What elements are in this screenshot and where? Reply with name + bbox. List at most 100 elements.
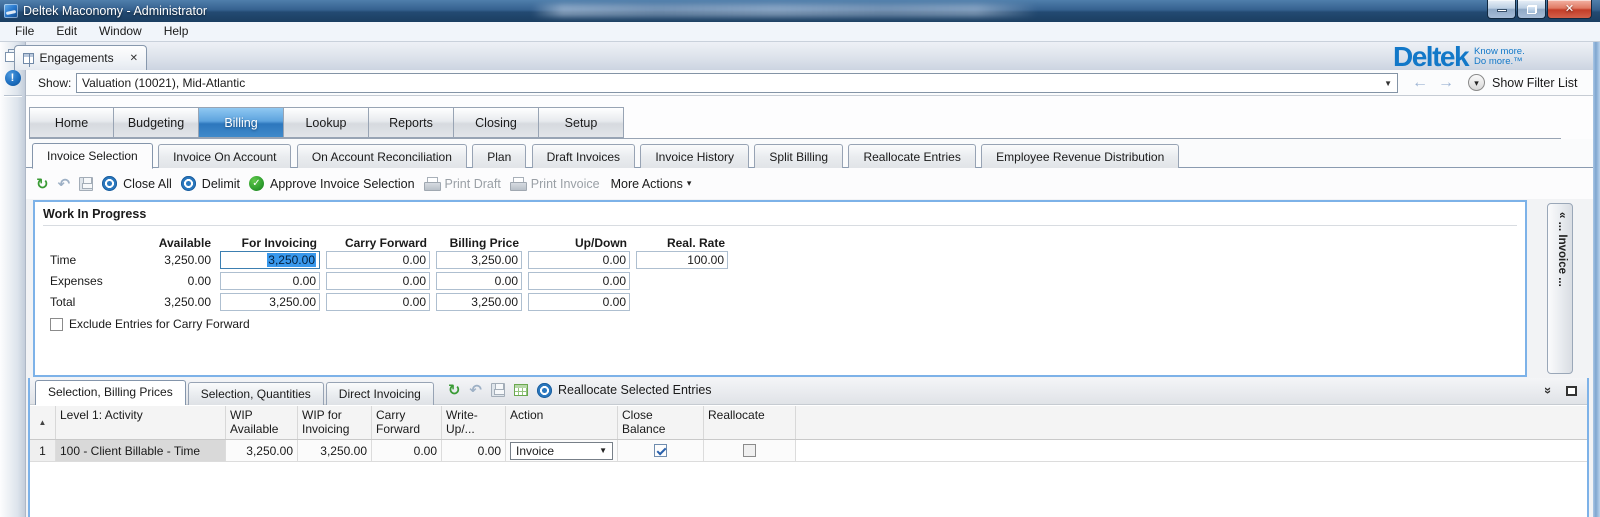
subtab-invoice-history[interactable]: Invoice History	[640, 144, 749, 169]
approve-check-icon: ✓	[249, 176, 264, 191]
cell-carry-forward[interactable]: 0.00	[372, 440, 442, 461]
approve-invoice-selection-button[interactable]: ✓ Approve Invoice Selection	[249, 176, 415, 191]
close-balance-checkbox[interactable]	[654, 444, 667, 457]
restore-icon	[1527, 5, 1537, 14]
content-area: Engagements ✕ Deltek Know more. Do more.…	[0, 42, 1600, 517]
subtab-reallocate-entries[interactable]: Reallocate Entries	[848, 144, 975, 169]
close-button[interactable]: ✕	[1547, 0, 1592, 19]
wip-expenses-for-invoicing-input[interactable]: 0.00	[220, 272, 320, 290]
brand-name: Deltek	[1393, 44, 1468, 70]
minimize-button[interactable]	[1487, 0, 1516, 19]
tab-lookup[interactable]: Lookup	[284, 107, 369, 138]
wip-time-real-rate-input[interactable]: 100.00	[636, 251, 728, 269]
print-draft-button[interactable]: Print Draft	[424, 177, 501, 191]
bottom-tab-strip: Selection, Billing Prices Selection, Qua…	[30, 378, 1587, 405]
dropdown-caret-icon[interactable]: ▼	[1384, 79, 1392, 88]
dropdown-caret-icon: ▼	[599, 446, 607, 455]
show-filter-list-button[interactable]: ▾	[1468, 74, 1485, 91]
tab-budgeting[interactable]: Budgeting	[114, 107, 199, 138]
tab-home[interactable]: Home	[29, 107, 114, 138]
wip-time-billing-price-input[interactable]: 3,250.00	[436, 251, 522, 269]
close-all-icon	[102, 176, 117, 191]
invoice-collapsed-panel[interactable]: « ... Invoice ...	[1547, 203, 1573, 374]
selection-lines-panel: Selection, Billing Prices Selection, Qua…	[28, 378, 1589, 517]
wip-title-divider	[43, 225, 1517, 226]
wip-time-up-down-input[interactable]: 0.00	[528, 251, 630, 269]
cell-close-balance	[618, 440, 704, 461]
reallocate-checkbox[interactable]	[743, 444, 756, 457]
cell-wip-for-invoicing[interactable]: 3,250.00	[298, 440, 372, 461]
col-carry-forward[interactable]: Carry Forward	[372, 406, 442, 439]
menu-file[interactable]: File	[4, 22, 45, 41]
wip-expenses-billing-price-input[interactable]: 0.00	[436, 272, 522, 290]
close-icon: ✕	[1565, 3, 1574, 15]
tab-close-icon[interactable]: ✕	[130, 53, 138, 64]
exclude-entries-checkbox[interactable]	[50, 318, 63, 331]
sort-ascending-icon[interactable]: ▲	[30, 406, 56, 439]
col-level1-activity[interactable]: Level 1: Activity	[56, 406, 226, 439]
more-actions-button[interactable]: More Actions ▾	[611, 177, 692, 191]
maximize-panel-icon[interactable]	[1566, 386, 1577, 396]
col-reallocate[interactable]: Reallocate	[704, 406, 796, 439]
wip-time-for-invoicing-input[interactable]: 3,250.00	[220, 251, 320, 269]
notification-alert-icon[interactable]	[5, 70, 21, 86]
table-row[interactable]: 1 100 - Client Billable - Time 3,250.00 …	[30, 440, 1587, 462]
tab-reports[interactable]: Reports	[369, 107, 454, 138]
menu-edit[interactable]: Edit	[45, 22, 88, 41]
menu-window[interactable]: Window	[88, 22, 153, 41]
undo-icon[interactable]: ↶	[469, 381, 482, 399]
show-filter-dropdown[interactable]: Valuation (10021), Mid-Atlantic ▼	[76, 73, 1398, 93]
subtab-employee-revenue-distribution[interactable]: Employee Revenue Distribution	[981, 144, 1179, 169]
subtab-on-account-reconciliation[interactable]: On Account Reconciliation	[297, 144, 467, 169]
print-draft-label: Print Draft	[445, 177, 501, 191]
col-write-up[interactable]: Write-Up/...	[442, 406, 506, 439]
subtab-draft-invoices[interactable]: Draft Invoices	[532, 144, 635, 169]
history-forward-icon[interactable]: →	[1438, 74, 1454, 92]
history-back-icon[interactable]: ←	[1412, 74, 1428, 92]
tab-direct-invoicing[interactable]: Direct Invoicing	[326, 382, 434, 405]
menu-help[interactable]: Help	[153, 22, 200, 41]
wip-col-carry-forward: Carry Forward	[320, 236, 430, 250]
table-view-icon[interactable]	[514, 384, 528, 396]
col-wip-for-invoicing[interactable]: WIP for Invoicing	[298, 406, 372, 439]
wip-expenses-up-down-input[interactable]: 0.00	[528, 272, 630, 290]
subtab-split-billing[interactable]: Split Billing	[754, 144, 843, 169]
save-icon[interactable]	[79, 177, 93, 191]
delimit-button[interactable]: Delimit	[181, 176, 240, 191]
close-all-button[interactable]: Close All	[102, 176, 172, 191]
action-dropdown[interactable]: Invoice ▼	[510, 442, 613, 460]
collapse-panel-icon[interactable]: »	[1541, 387, 1556, 394]
tab-billing[interactable]: Billing	[199, 107, 284, 138]
col-wip-available[interactable]: WIP Available	[226, 406, 298, 439]
titlebar: Deltek Maconomy - Administrator ✕	[0, 0, 1600, 22]
activity-table: ▲ Level 1: Activity WIP Available WIP fo…	[30, 406, 1587, 462]
restore-button[interactable]	[1517, 0, 1546, 19]
refresh-icon[interactable]: ↻	[448, 381, 461, 399]
wip-expenses-carry-forward-input[interactable]: 0.00	[326, 272, 430, 290]
cell-write-up[interactable]: 0.00	[442, 440, 506, 461]
cell-activity[interactable]: 100 - Client Billable - Time	[56, 440, 226, 461]
subtab-invoice-selection[interactable]: Invoice Selection	[32, 143, 153, 169]
show-filter-list-label[interactable]: Show Filter List	[1492, 76, 1577, 90]
tab-engagements[interactable]: Engagements ✕	[14, 45, 147, 70]
subtab-invoice-on-account[interactable]: Invoice On Account	[158, 144, 291, 169]
refresh-icon[interactable]: ↻	[36, 175, 49, 193]
minimize-icon	[1497, 9, 1507, 12]
wip-title: Work In Progress	[43, 207, 146, 221]
col-action[interactable]: Action	[506, 406, 618, 439]
print-invoice-button[interactable]: Print Invoice	[510, 177, 600, 191]
subtab-plan[interactable]: Plan	[472, 144, 526, 169]
tab-setup[interactable]: Setup	[539, 107, 624, 138]
cell-wip-available[interactable]: 3,250.00	[226, 440, 298, 461]
tab-closing[interactable]: Closing	[454, 107, 539, 138]
wip-time-available: 3,250.00	[130, 253, 214, 267]
wip-time-carry-forward-input[interactable]: 0.00	[326, 251, 430, 269]
col-close-balance[interactable]: Close Balance	[618, 406, 704, 439]
tab-selection-billing-prices[interactable]: Selection, Billing Prices	[35, 380, 186, 405]
reallocate-selected-entries-button[interactable]: Reallocate Selected Entries	[537, 383, 712, 398]
action-toolbar: ↻ ↶ Close All Delimit ✓ Approve Invoice …	[26, 168, 1600, 199]
save-icon[interactable]	[491, 383, 505, 397]
wip-col-for-invoicing: For Invoicing	[214, 236, 320, 250]
undo-icon[interactable]: ↶	[58, 175, 71, 193]
tab-selection-quantities[interactable]: Selection, Quantities	[188, 382, 324, 405]
